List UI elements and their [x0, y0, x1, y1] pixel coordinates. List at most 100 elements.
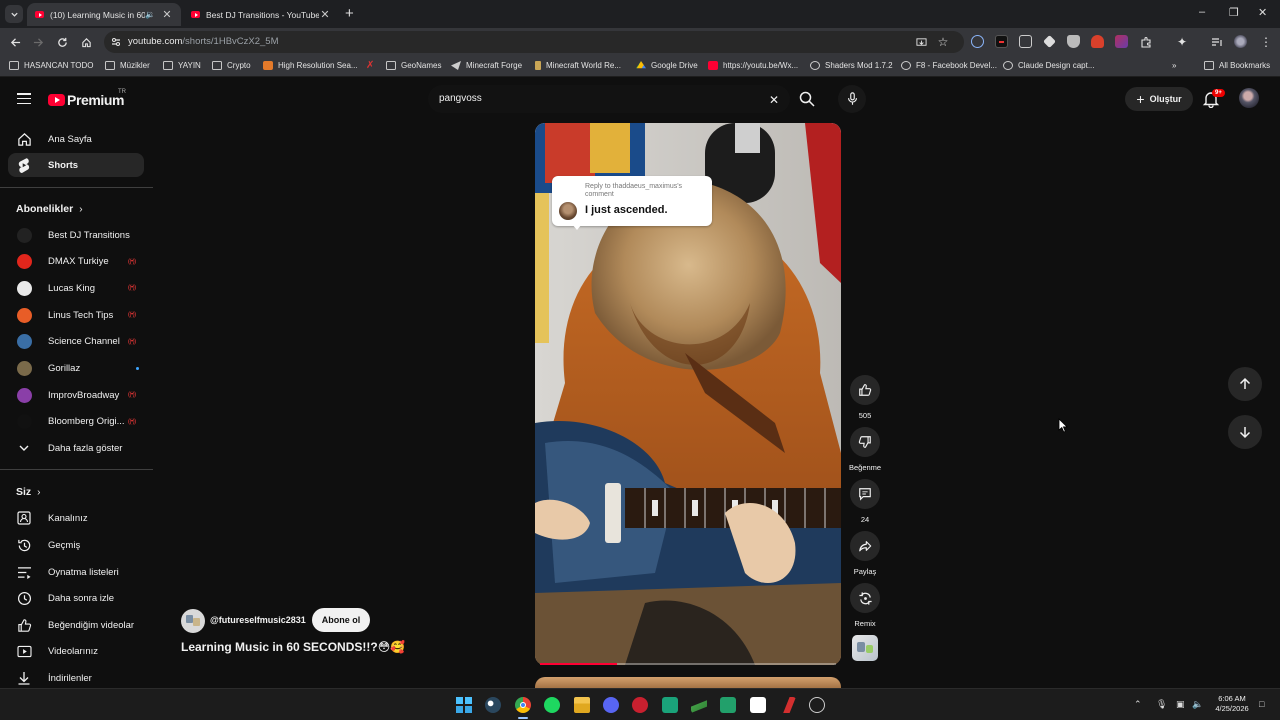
bookmark-link[interactable]: Shaders Mod 1.7.2 — [810, 61, 893, 70]
shorts-video-player[interactable]: Reply to thaddaeus_maximus's comment I j… — [535, 123, 841, 665]
volume-tray-icon[interactable]: 🔈 — [1192, 699, 1203, 710]
channel-handle[interactable]: @futureselfmusic2831 — [210, 615, 306, 625]
file-explorer-icon[interactable] — [574, 697, 590, 713]
extension-icon[interactable] — [1043, 35, 1056, 48]
extension-icon[interactable] — [1115, 35, 1128, 48]
youtube-premium-logo[interactable]: Premium TR — [48, 89, 126, 108]
bookmark-link[interactable]: Minecraft World Re... — [535, 61, 621, 70]
bookmark-link[interactable]: GeoNames — [386, 61, 441, 70]
new-tab-button[interactable]: + — [345, 5, 354, 22]
bookmark-folder[interactable]: Müzikler — [105, 61, 150, 70]
sidebar-item-your-channel[interactable]: Kanalınız — [8, 506, 144, 530]
sidebar-item-liked-videos[interactable]: Beğendiğim videolar — [8, 613, 144, 637]
start-windows-icon[interactable] — [456, 697, 472, 713]
sidebar-subscription-item[interactable]: Bloomberg Origi... ((•)) — [8, 410, 144, 434]
microphone-tray-icon[interactable]: 🎙 — [1156, 699, 1167, 710]
tab-search-button[interactable] — [5, 5, 23, 23]
sidebar-subscription-item[interactable]: Gorillaz — [8, 357, 144, 381]
you-heading[interactable]: Siz › — [16, 486, 41, 498]
bookmark-link[interactable]: Google Drive — [636, 61, 698, 70]
sidebar-subscription-item[interactable]: ImprovBroadway ((•)) — [8, 383, 144, 407]
discord-icon[interactable] — [603, 697, 619, 713]
maximize-button[interactable]: ❐ — [1229, 6, 1239, 19]
sidebar-item-playlists[interactable]: Oynatma listeleri — [8, 560, 144, 584]
search-button[interactable] — [790, 85, 824, 113]
video-progress-bar[interactable] — [540, 663, 836, 665]
bookmark-folder[interactable]: Crypto — [212, 61, 251, 70]
channel-avatar[interactable] — [181, 609, 205, 633]
back-button[interactable] — [8, 35, 22, 49]
bookmark-link[interactable]: ✗ — [366, 61, 381, 71]
previous-short-button[interactable] — [1228, 367, 1262, 401]
tab-learning-music[interactable]: (10) Learning Music in 60 SE 🔉 ✕ — [27, 3, 181, 26]
share-button[interactable] — [850, 531, 880, 561]
sidebar-item-downloads[interactable]: İndirilenler — [8, 666, 144, 690]
create-button[interactable]: + Oluştur — [1125, 87, 1193, 111]
sidebar-item-your-videos[interactable]: Videolarınız — [8, 639, 144, 663]
notification-center-icon[interactable]: □ — [1259, 699, 1264, 709]
search-input[interactable]: pangvoss ✕ — [428, 85, 790, 113]
bookmark-folder[interactable]: HASANCAN TODO — [9, 61, 94, 70]
bookmark-link[interactable]: Claude Design capt... — [1003, 61, 1095, 70]
like-button[interactable] — [850, 375, 880, 405]
tab-media-icon[interactable] — [1210, 35, 1224, 49]
address-bar[interactable]: youtube.com/shorts/1HBvCzX2_5M ☆ — [104, 31, 964, 53]
sidebar-subscription-item[interactable]: Lucas King ((•)) — [8, 276, 144, 300]
sidebar-subscription-item[interactable]: DMAX Turkiye ((•)) — [8, 250, 144, 274]
next-short-button[interactable] — [1228, 415, 1262, 449]
guide-menu-button[interactable] — [17, 93, 31, 104]
app-icon[interactable] — [750, 697, 766, 713]
subscriptions-heading[interactable]: Abonelikler › — [16, 203, 83, 215]
site-info-icon[interactable] — [110, 36, 122, 48]
home-button[interactable] — [79, 35, 93, 49]
minimize-button[interactable]: – — [1199, 6, 1205, 18]
sidebar-item-home[interactable]: Ana Sayfa — [8, 127, 144, 151]
voice-search-button[interactable] — [838, 85, 866, 113]
app-icon[interactable] — [783, 697, 796, 713]
bookmarks-overflow-button[interactable]: » — [1172, 61, 1176, 70]
sound-thumbnail[interactable] — [852, 635, 878, 661]
extension-icon[interactable] — [995, 35, 1008, 48]
app-icon[interactable] — [632, 697, 648, 713]
extension-icon[interactable] — [1091, 35, 1104, 48]
sidebar-subscription-item[interactable]: Linus Tech Tips ((•)) — [8, 303, 144, 327]
clear-search-icon[interactable]: ✕ — [769, 93, 779, 107]
chrome-icon[interactable] — [515, 697, 531, 713]
extensions-puzzle-icon[interactable] — [1139, 35, 1153, 49]
app-icon[interactable] — [691, 700, 707, 713]
app-icon[interactable] — [662, 697, 678, 713]
short-title[interactable]: Learning Music in 60 SECONDS!!?😳🥰 — [181, 640, 405, 654]
account-avatar[interactable] — [1239, 88, 1259, 108]
close-icon[interactable]: ✕ — [319, 8, 331, 21]
system-clock[interactable]: 6:06 AM 4/25/2026 — [1208, 694, 1256, 714]
sidebar-subscription-item[interactable]: Best DJ Transitions — [8, 223, 144, 247]
sidebar-subscription-item[interactable]: Science Channel ((•)) — [8, 330, 144, 354]
app-icon[interactable] — [720, 697, 736, 713]
remix-button[interactable] — [850, 583, 880, 613]
close-icon[interactable]: ✕ — [161, 8, 173, 21]
tab-best-dj-transitions[interactable]: Best DJ Transitions - YouTube ✕ — [183, 3, 339, 26]
steam-icon[interactable] — [485, 697, 501, 713]
app-icon[interactable] — [809, 697, 825, 713]
window-close-button[interactable]: ✕ — [1258, 6, 1267, 19]
comments-button[interactable] — [850, 479, 880, 509]
network-tray-icon[interactable]: ▣ — [1176, 699, 1185, 710]
sidebar-item-history[interactable]: Geçmiş — [8, 533, 144, 557]
bookmark-folder[interactable]: YAYIN — [163, 61, 201, 70]
sidebar-item-shorts[interactable]: Shorts — [8, 153, 144, 177]
extension-icon[interactable] — [1019, 35, 1032, 48]
install-app-icon[interactable] — [914, 35, 928, 49]
tray-overflow-icon[interactable]: ⌃ — [1134, 699, 1142, 710]
bookmarks-star-icon[interactable]: ✦ — [1175, 35, 1189, 49]
show-more-button[interactable]: Daha fazla göster — [8, 436, 144, 460]
shield-extension-icon[interactable] — [1067, 35, 1080, 48]
extension-icon[interactable] — [971, 35, 984, 48]
next-short-preview[interactable] — [535, 677, 841, 688]
forward-button[interactable] — [31, 35, 45, 49]
reload-button[interactable] — [55, 35, 69, 49]
bookmark-link[interactable]: F8 - Facebook Devel... — [901, 61, 997, 70]
subscribe-button[interactable]: Abone ol — [312, 608, 370, 632]
bookmark-link[interactable]: https://youtu.be/Wx... — [708, 61, 798, 70]
sidebar-item-watch-later[interactable]: Daha sonra izle — [8, 586, 144, 610]
all-bookmarks-button[interactable]: All Bookmarks — [1204, 61, 1270, 70]
